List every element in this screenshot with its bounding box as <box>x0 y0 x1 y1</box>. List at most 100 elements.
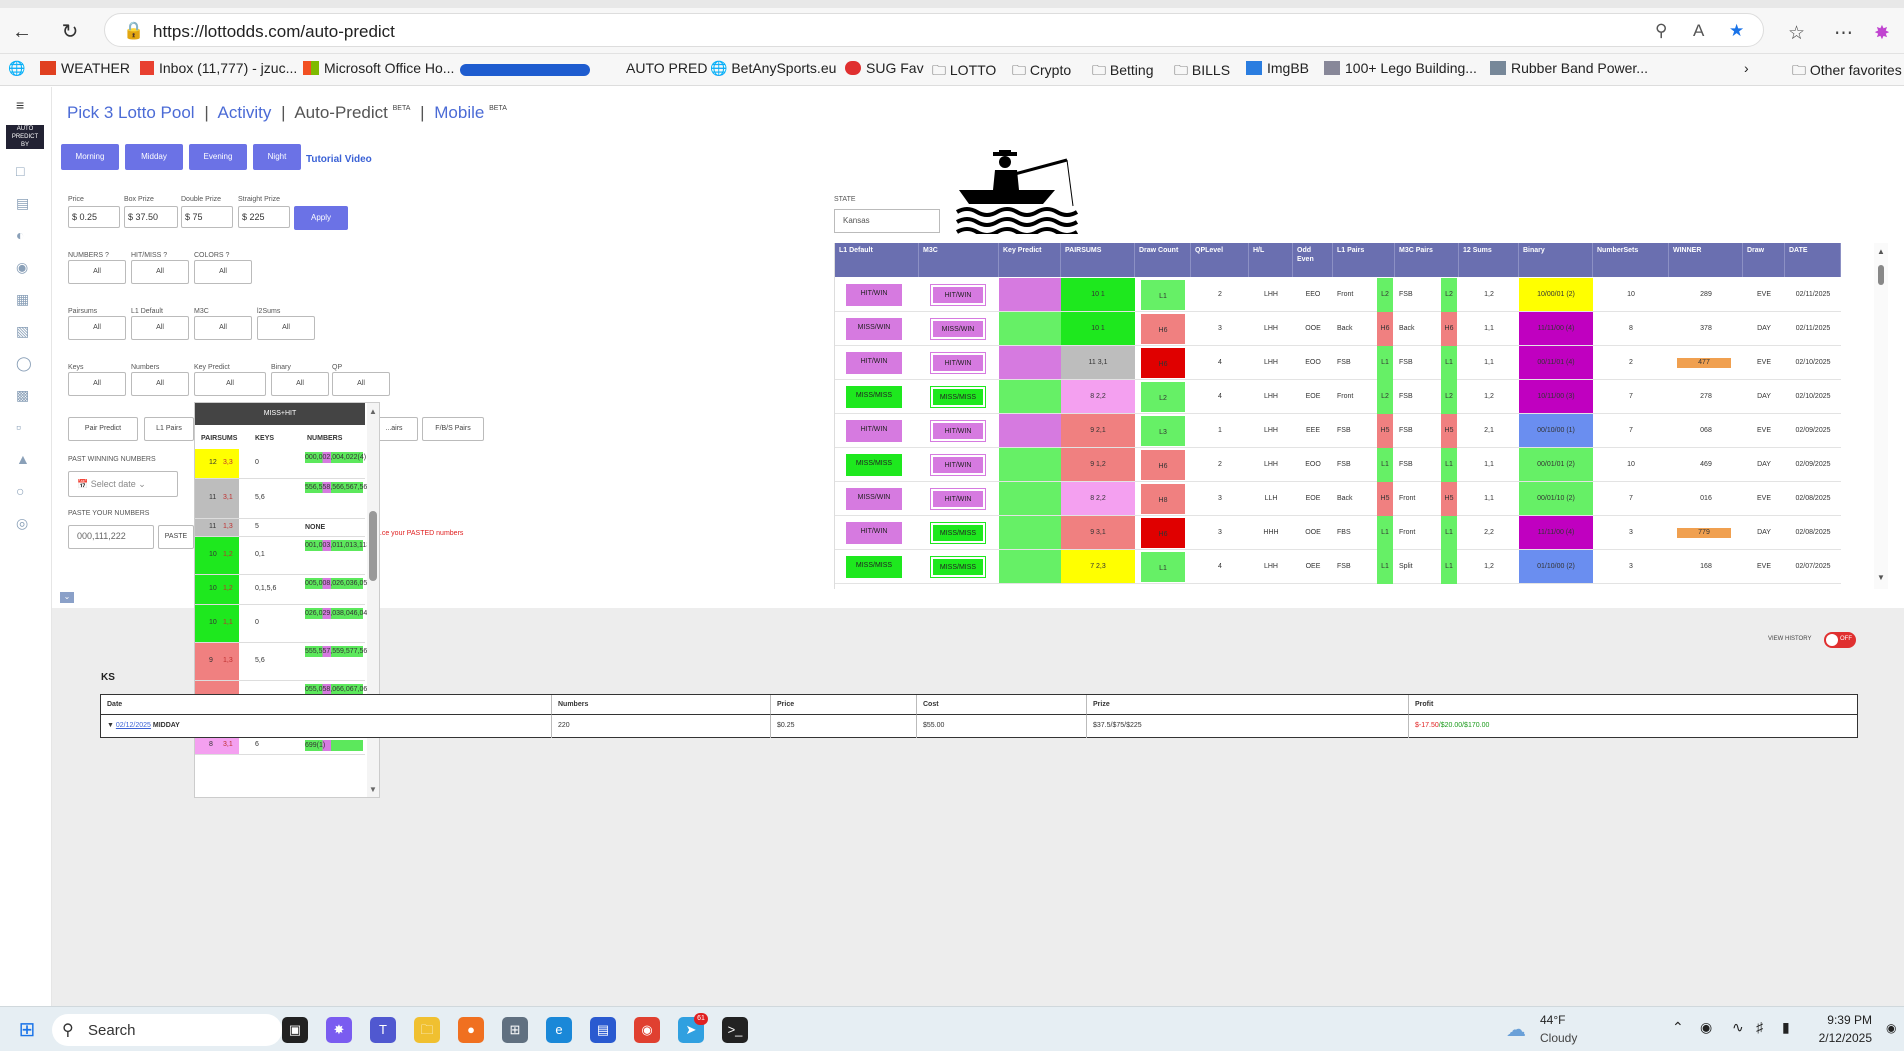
grid-header[interactable]: L1 Default <box>835 243 919 277</box>
sidebar-icon-10[interactable]: ▲ <box>16 451 30 467</box>
fav-betanysports[interactable]: 🌐 BetAnySports.eu <box>710 60 836 77</box>
crumb-mobile[interactable]: Mobile <box>434 103 484 122</box>
ks-cell-date[interactable]: ▼ 02/12/2025 MIDDAY <box>101 715 552 738</box>
clock-date[interactable]: 2/12/2025 <box>1808 1031 1872 1045</box>
fav-weather[interactable]: WEATHER <box>40 60 130 76</box>
straight-prize-input[interactable]: $ 225 <box>238 206 290 228</box>
grid-header[interactable]: DATE <box>1785 243 1841 277</box>
weather-temp[interactable]: 44°F <box>1540 1013 1565 1027</box>
keys-filter[interactable]: All <box>68 372 126 396</box>
zoom-icon[interactable]: ⚲ <box>1655 21 1667 41</box>
sidebar-icon-12[interactable]: ◎ <box>16 515 28 532</box>
fav-auto-pred[interactable]: AUTO PRED <box>626 60 707 76</box>
grid-header[interactable]: QPLevel <box>1191 243 1249 277</box>
midday-button[interactable]: Midday <box>125 144 183 170</box>
scroll-up-icon[interactable]: ▲ <box>369 407 377 416</box>
result-badge[interactable]: HIT/WIN <box>846 522 902 544</box>
scroll-up-icon[interactable]: ▲ <box>1877 247 1885 256</box>
grid-header[interactable]: Key Predict <box>999 243 1061 277</box>
dropdown-scrollbar[interactable]: ▲ ▼ <box>367 403 379 797</box>
fav-lotto[interactable]: 🗀 LOTTO <box>932 60 996 84</box>
binary-filter[interactable]: All <box>271 372 329 396</box>
sidebar-icon-2[interactable]: ▤ <box>16 195 29 212</box>
apply-button[interactable]: Apply <box>294 206 348 230</box>
sidebar-icon-5[interactable]: ▦ <box>16 291 29 308</box>
dropdown-row[interactable]: 12 3,3 0 000,002,004,022(4) <box>195 449 366 479</box>
m3c-filter[interactable]: All <box>194 316 252 340</box>
result-badge[interactable]: MISS/MISS <box>846 556 902 578</box>
dropdown-row[interactable]: 101,20,1,5,6005,008,026,036,057,156(6) <box>195 575 379 605</box>
collapse-chevron-icon[interactable]: ⌄ <box>60 592 74 603</box>
keypredict-filter[interactable]: All <box>194 372 266 396</box>
sidebar-icon-11[interactable]: ○ <box>16 483 24 499</box>
back-icon[interactable]: ← <box>10 20 34 44</box>
globe-icon[interactable]: 🌐 <box>8 60 25 77</box>
taskbar-search[interactable]: ⚲ Search <box>52 1014 282 1046</box>
result-badge[interactable]: HIT/WIN <box>930 352 986 374</box>
result-badge[interactable]: MISS/WIN <box>846 318 902 340</box>
sidebar-icon-6[interactable]: ▧ <box>16 323 29 340</box>
task-view-icon[interactable]: ▣ <box>282 1017 308 1043</box>
result-badge[interactable]: MISS/MISS <box>930 386 986 408</box>
favorite-star-icon[interactable]: ★ <box>1729 21 1744 41</box>
result-badge[interactable]: HIT/WIN <box>846 284 902 306</box>
terminal-icon[interactable]: >_ <box>722 1017 748 1043</box>
morning-button[interactable]: Morning <box>61 144 119 170</box>
calculator-icon[interactable]: ⊞ <box>502 1017 528 1043</box>
copilot-app-icon[interactable]: ✸ <box>326 1017 352 1043</box>
result-badge[interactable]: HIT/WIN <box>930 454 986 476</box>
menu-icon[interactable]: ≡ <box>16 97 24 113</box>
numbers-filter[interactable]: All <box>68 260 126 284</box>
paste-numbers-input[interactable]: 000,111,222 <box>68 525 154 549</box>
chrome-icon[interactable]: ◉ <box>634 1017 660 1043</box>
wifi-icon[interactable]: ∿ <box>1732 1019 1744 1036</box>
dropdown-row[interactable]: 8 3,1 6 699(1) <box>195 737 365 755</box>
qp-filter[interactable]: All <box>332 372 390 396</box>
sidebar-icon-4[interactable]: ◉ <box>16 259 28 276</box>
result-badge[interactable]: MISS/WIN <box>846 488 902 510</box>
scroll-down-icon[interactable]: ▼ <box>369 785 377 794</box>
grid-header[interactable]: Draw Count <box>1135 243 1191 277</box>
paste-button[interactable]: PASTE <box>158 525 194 549</box>
l1-pairs-button[interactable]: L1 Pairs <box>144 417 194 441</box>
result-badge[interactable]: HIT/WIN <box>930 284 986 306</box>
grid-header[interactable]: NumberSets <box>1593 243 1669 277</box>
hitmiss-filter[interactable]: All <box>131 260 189 284</box>
result-badge[interactable]: MISS/MISS <box>930 522 986 544</box>
result-badge[interactable]: HIT/WIN <box>846 352 902 374</box>
clock-time[interactable]: 9:39 PM <box>1808 1013 1872 1027</box>
tray-chevron-icon[interactable]: ⌃ <box>1672 1019 1684 1036</box>
url-text[interactable]: https://lottodds.com/auto-predict <box>153 22 395 42</box>
weather-desc[interactable]: Cloudy <box>1540 1031 1577 1045</box>
scroll-thumb[interactable] <box>369 511 377 581</box>
volume-icon[interactable]: ♯ <box>1756 1019 1763 1035</box>
grid-header[interactable]: 12 Sums <box>1459 243 1519 277</box>
expand-triangle-icon[interactable]: ▼ <box>107 722 116 729</box>
read-aloud-icon[interactable]: A <box>1693 21 1704 41</box>
tutorial-video-link[interactable]: Tutorial Video <box>306 154 372 165</box>
night-button[interactable]: Night <box>253 144 301 170</box>
result-badge[interactable]: MISS/MISS <box>846 386 902 408</box>
copilot-icon[interactable]: ✸ <box>1874 22 1890 45</box>
sidebar-icon-9[interactable]: ▫ <box>16 419 21 435</box>
result-badge[interactable]: MISS/MISS <box>846 454 902 476</box>
grid-header[interactable]: Odd Even <box>1293 243 1333 277</box>
file-explorer-icon[interactable]: 🗀 <box>414 1017 440 1043</box>
numbers2-filter[interactable]: All <box>131 372 189 396</box>
refresh-icon[interactable]: ↻ <box>58 20 82 44</box>
dropdown-row[interactable]: 91,35,6555,557,559,577,566,668(6) <box>195 643 379 681</box>
fav-crypto[interactable]: 🗀 Crypto <box>1012 60 1071 84</box>
state-select[interactable]: Kansas <box>834 209 940 233</box>
fav-inbox[interactable]: Inbox (11,777) - jzuc... <box>140 60 297 76</box>
sidebar-icon-7[interactable]: ◯ <box>16 355 32 372</box>
grid-header[interactable]: H/L <box>1249 243 1293 277</box>
fav-bills[interactable]: 🗀 BILLS <box>1174 60 1230 84</box>
chevron-right-icon[interactable]: › <box>1744 60 1749 76</box>
dropdown-row[interactable]: 11 1,3 5 NONE <box>195 519 365 537</box>
start-icon[interactable]: ⊞ <box>14 1017 40 1043</box>
pair-predict-button[interactable]: Pair Predict <box>68 417 138 441</box>
colors-filter[interactable]: All <box>194 260 252 284</box>
sidebar-icon-1[interactable]: □ <box>16 163 24 179</box>
grid-header[interactable]: Draw <box>1743 243 1785 277</box>
scroll-down-icon[interactable]: ▼ <box>1877 573 1885 582</box>
